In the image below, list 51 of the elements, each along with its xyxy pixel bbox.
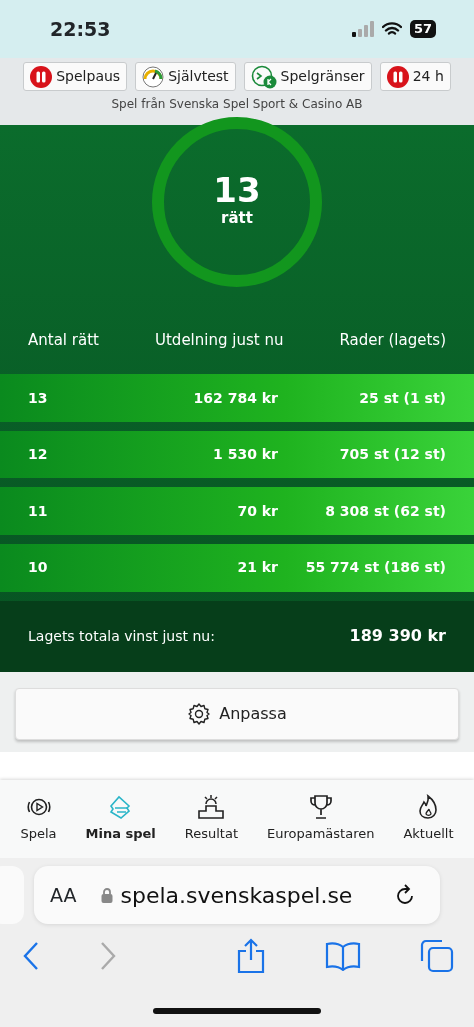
table-cell-text: 13 bbox=[28, 388, 49, 408]
total-label: Lagets totala vinst just nu: bbox=[28, 626, 215, 646]
nav-item[interactable]: Spela bbox=[20, 794, 57, 858]
pause-icon bbox=[30, 65, 53, 88]
score-label: rätt bbox=[221, 208, 253, 229]
customize-button[interactable]: Anpassa bbox=[15, 688, 459, 740]
signal-icon bbox=[351, 21, 374, 37]
table-cell-text: 25 st (1 st) bbox=[358, 388, 446, 408]
nav-item[interactable]: Mina spel bbox=[85, 794, 156, 858]
column-header: Antal rätt bbox=[28, 329, 99, 351]
back-icon[interactable] bbox=[22, 941, 40, 971]
forward-icon[interactable] bbox=[99, 941, 117, 971]
tabs-icon[interactable] bbox=[420, 939, 454, 973]
responsible-gaming-button[interactable]: Spelpaus bbox=[23, 62, 128, 91]
wifi-icon bbox=[381, 21, 402, 37]
table-cell-text: 70 kr bbox=[236, 501, 278, 521]
nav-item[interactable]: Resultat bbox=[184, 794, 238, 858]
table-cell-text: 11 bbox=[28, 501, 49, 521]
nav-item[interactable]: Aktuellt bbox=[403, 794, 454, 858]
score-number: 13 bbox=[213, 173, 261, 207]
gauge-icon bbox=[142, 65, 165, 88]
column-header: Utdelning just nu bbox=[155, 329, 284, 351]
share-icon[interactable] bbox=[236, 938, 266, 974]
table-cell-text: 12 bbox=[28, 445, 49, 465]
provider-text: Spel från Svenska Spel Sport & Casino AB bbox=[110, 96, 364, 113]
table-cell-text: 10 bbox=[28, 558, 49, 578]
nav-item[interactable]: Europamästaren bbox=[267, 794, 375, 858]
pause-icon bbox=[386, 65, 409, 88]
battery-level: 57 bbox=[409, 20, 436, 38]
clock-time: 22:53 bbox=[50, 16, 111, 42]
responsible-gaming-button[interactable]: 24 h bbox=[379, 62, 451, 91]
trophy-icon bbox=[307, 794, 334, 820]
clock-money-icon bbox=[250, 64, 277, 89]
podium-icon bbox=[197, 794, 226, 820]
table-cell-text: 8 308 st (62 st) bbox=[324, 501, 446, 521]
column-header: Rader (lagets) bbox=[339, 329, 446, 351]
reload-icon[interactable] bbox=[394, 883, 416, 907]
bookmarks-icon[interactable] bbox=[325, 941, 361, 971]
responsible-gaming-button[interactable]: Spelgränser bbox=[243, 62, 372, 91]
text-size-button[interactable]: AA bbox=[50, 880, 77, 910]
table-cell-text: 162 784 kr bbox=[192, 388, 278, 408]
settings-icon bbox=[187, 702, 212, 726]
address-bar[interactable]: AA spela.svenskaspel.se bbox=[34, 866, 440, 924]
responsible-gaming-button[interactable]: Självtest bbox=[135, 62, 236, 91]
table-cell-text: 1 530 kr bbox=[212, 445, 278, 465]
table-cell-text: 21 kr bbox=[236, 558, 278, 578]
lock-icon bbox=[100, 887, 113, 903]
total-value: 189 390 kr bbox=[349, 625, 446, 648]
table-cell-text: 705 st (12 st) bbox=[338, 445, 446, 465]
url-text: spela.svenskaspel.se bbox=[120, 881, 354, 910]
table-cell-text: 55 774 st (186 st) bbox=[304, 558, 446, 578]
